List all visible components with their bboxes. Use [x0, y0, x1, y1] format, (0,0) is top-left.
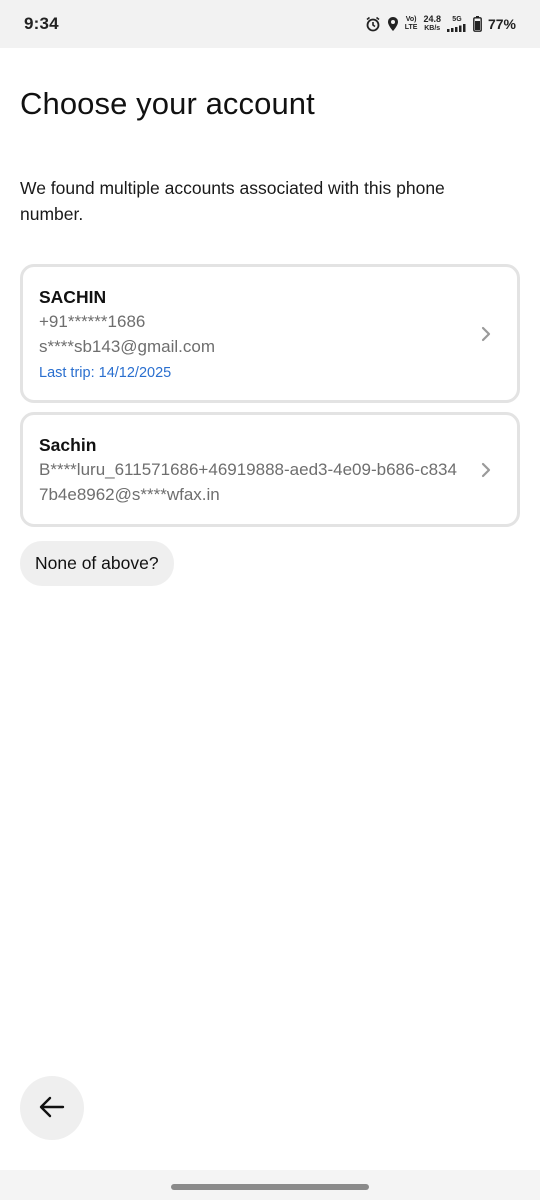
page-title: Choose your account: [20, 86, 315, 121]
account-email: B****luru_611571686+46919888-aed3-4e09-b…: [39, 460, 457, 504]
account-phone: +91******1686: [39, 312, 146, 331]
none-of-above-button[interactable]: None of above?: [20, 541, 174, 586]
battery-percent: 77%: [487, 16, 516, 32]
status-time: 9:34: [24, 14, 59, 33]
status-bar: 9:34 Vo) LTE 24.8 KB/s 5G 77%: [0, 0, 540, 48]
network-speed-unit: KB/s: [424, 25, 441, 32]
battery-icon: [473, 16, 482, 32]
volte-indicator: Vo) LTE: [405, 16, 418, 32]
volte-bottom: LTE: [404, 24, 418, 31]
account-last-trip: Last trip: 14/12/2025: [39, 365, 172, 381]
network-speed: 24.8 KB/s: [423, 15, 441, 33]
network-speed-value: 24.8: [423, 14, 441, 24]
arrow-left-icon: [39, 1096, 65, 1121]
account-email: s****sb143@gmail.com: [39, 337, 216, 356]
network-type-label: 5G: [452, 16, 462, 23]
alarm-icon: [365, 16, 381, 32]
account-name: Sachin: [39, 435, 97, 455]
chevron-right-icon: [479, 459, 493, 481]
system-nav-bar: [0, 1170, 540, 1200]
gesture-handle[interactable]: [171, 1184, 369, 1190]
account-card-2[interactable]: Sachin B****luru_611571686+46919888-aed3…: [20, 412, 520, 527]
signal-icon: [446, 24, 467, 32]
status-icons: Vo) LTE 24.8 KB/s 5G 77%: [365, 15, 516, 33]
page-subtitle: We found multiple accounts associated wi…: [20, 178, 445, 224]
network-type: 5G: [446, 16, 467, 32]
chevron-right-icon: [479, 323, 493, 345]
account-card-1[interactable]: SACHIN +91******1686 s****sb143@gmail.co…: [20, 264, 520, 403]
volte-top: Vo): [405, 16, 417, 23]
back-button[interactable]: [20, 1076, 84, 1140]
location-icon: [387, 16, 399, 32]
account-name: SACHIN: [39, 287, 107, 307]
